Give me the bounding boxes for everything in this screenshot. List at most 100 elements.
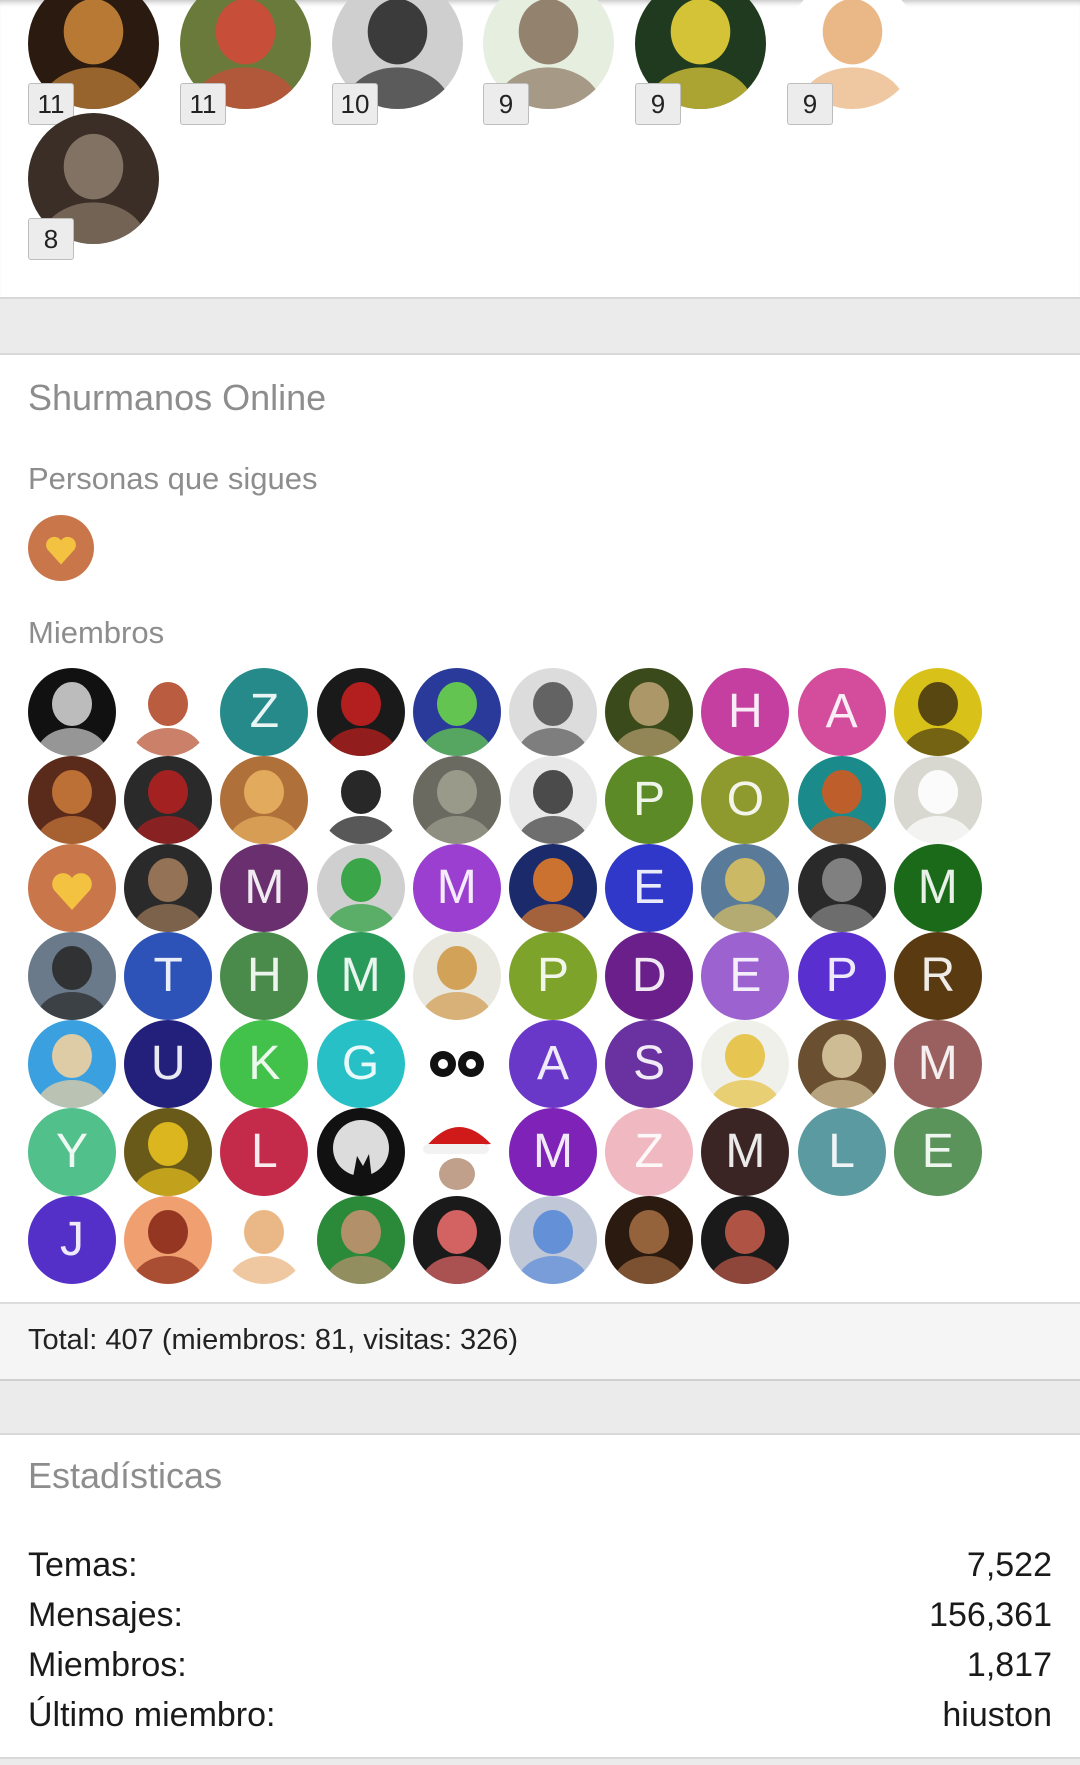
member-avatar[interactable] [412, 1196, 501, 1284]
member-avatar[interactable]: J [28, 1196, 116, 1284]
latest-member-link[interactable]: hiuston [942, 1696, 1052, 1735]
skull-avatar-icon [124, 668, 213, 756]
member-avatar[interactable]: R [893, 932, 982, 1020]
member-avatar[interactable]: M [220, 844, 309, 932]
member-avatar[interactable] [316, 1108, 405, 1196]
member-avatar[interactable]: D [605, 932, 694, 1020]
member-avatar[interactable] [701, 1196, 790, 1284]
member-avatar[interactable]: G [316, 1020, 405, 1108]
stat-value: 156,361 [929, 1596, 1052, 1634]
member-initial: S [633, 1037, 666, 1090]
top-poster[interactable]: 10 [332, 0, 463, 125]
car-avatar-icon [28, 932, 116, 1020]
member-avatar[interactable] [316, 668, 405, 756]
top-poster[interactable]: 9 [635, 0, 766, 125]
member-avatar[interactable] [316, 1196, 405, 1284]
santa-avatar-icon [316, 668, 405, 756]
member-avatar[interactable]: M [412, 844, 501, 932]
stat-label: Miembros: [28, 1646, 187, 1684]
member-avatar[interactable]: P [605, 756, 694, 844]
face-avatar-icon [605, 1196, 694, 1284]
member-avatar[interactable] [893, 668, 982, 756]
member-avatar[interactable]: E [701, 932, 790, 1020]
member-initial: A [536, 1037, 569, 1090]
member-avatar[interactable] [412, 756, 501, 844]
member-avatar[interactable]: M [893, 1020, 982, 1108]
member-avatar[interactable]: A [797, 668, 886, 756]
member-avatar[interactable]: H [220, 932, 309, 1020]
member-avatar[interactable]: L [797, 1108, 886, 1196]
member-initial: L [828, 1125, 855, 1178]
member-avatar[interactable]: M [701, 1108, 790, 1196]
member-avatar[interactable] [28, 1020, 116, 1108]
online-title: Shurmanos Online [28, 377, 327, 418]
member-avatar[interactable]: O [701, 756, 790, 844]
member-avatar[interactable] [509, 668, 597, 756]
member-avatar[interactable] [124, 844, 213, 932]
monitor-avatar-icon [509, 668, 597, 756]
member-avatar[interactable] [412, 1020, 501, 1108]
member-avatar[interactable]: M [509, 1108, 597, 1196]
top-poster[interactable]: 11 [28, 0, 159, 125]
member-avatar[interactable] [28, 932, 116, 1020]
omelette-avatar-icon [701, 1020, 790, 1108]
member-avatar[interactable]: Z [220, 668, 309, 756]
member-avatar[interactable] [893, 756, 982, 844]
dog-avatar-icon [220, 756, 309, 844]
top-poster[interactable]: 9 [483, 0, 614, 125]
member-avatar[interactable] [124, 1108, 213, 1196]
member-avatar[interactable]: M [893, 844, 982, 932]
member-avatar[interactable]: M [316, 932, 405, 1020]
member-initial: M [725, 1125, 766, 1178]
member-avatar[interactable]: L [220, 1108, 309, 1196]
member-avatar[interactable] [220, 1196, 309, 1284]
member-avatar[interactable] [124, 668, 213, 756]
member-avatar[interactable] [412, 668, 501, 756]
rock-avatar-icon [412, 756, 501, 844]
member-avatar[interactable]: P [797, 932, 886, 1020]
member-avatar[interactable]: Z [605, 1108, 694, 1196]
member-avatar[interactable] [412, 1108, 501, 1196]
member-avatar[interactable] [124, 756, 213, 844]
member-avatar[interactable]: S [605, 1020, 694, 1108]
top-poster[interactable]: 11 [180, 0, 311, 125]
top-poster[interactable]: 9 [787, 0, 918, 125]
member-avatar[interactable] [797, 1020, 886, 1108]
member-initial: E [633, 861, 666, 914]
member-avatar[interactable] [220, 756, 309, 844]
top-poster[interactable]: 8 [28, 113, 159, 260]
member-avatar[interactable] [316, 844, 405, 932]
wolf-moon-icon [316, 1108, 405, 1196]
face-avatar-icon [893, 668, 982, 756]
member-avatar[interactable] [316, 756, 405, 844]
member-avatar[interactable]: E [605, 844, 694, 932]
member-avatar[interactable]: A [509, 1020, 597, 1108]
member-avatar[interactable] [701, 1020, 790, 1108]
member-avatar[interactable] [28, 668, 116, 756]
followed-user-avatar[interactable] [28, 515, 94, 581]
online-total-bar: Total: 407 (miembros: 81, visitas: 326) [0, 1302, 1080, 1381]
member-avatar[interactable] [509, 844, 597, 932]
member-avatar[interactable]: K [220, 1020, 309, 1108]
member-avatar[interactable]: P [509, 932, 597, 1020]
cartoon-face-icon [124, 1196, 213, 1284]
member-avatar[interactable] [605, 1196, 694, 1284]
member-avatar[interactable] [797, 844, 886, 932]
post-count-badge: 11 [180, 83, 226, 125]
member-avatar[interactable]: T [124, 932, 213, 1020]
member-avatar[interactable] [797, 756, 886, 844]
member-avatar[interactable] [509, 756, 597, 844]
member-avatar[interactable] [28, 756, 116, 844]
member-avatar[interactable] [509, 1196, 597, 1284]
member-avatar[interactable] [28, 844, 116, 932]
member-avatar[interactable] [605, 668, 694, 756]
member-initial: E [921, 1125, 954, 1178]
member-avatar[interactable] [124, 1196, 213, 1284]
post-count-badge: 9 [635, 83, 681, 125]
member-avatar[interactable]: H [701, 668, 790, 756]
member-avatar[interactable]: U [124, 1020, 213, 1108]
member-avatar[interactable]: E [893, 1108, 982, 1196]
member-avatar[interactable] [412, 932, 501, 1020]
member-avatar[interactable] [701, 844, 790, 932]
member-avatar[interactable]: Y [28, 1108, 116, 1196]
